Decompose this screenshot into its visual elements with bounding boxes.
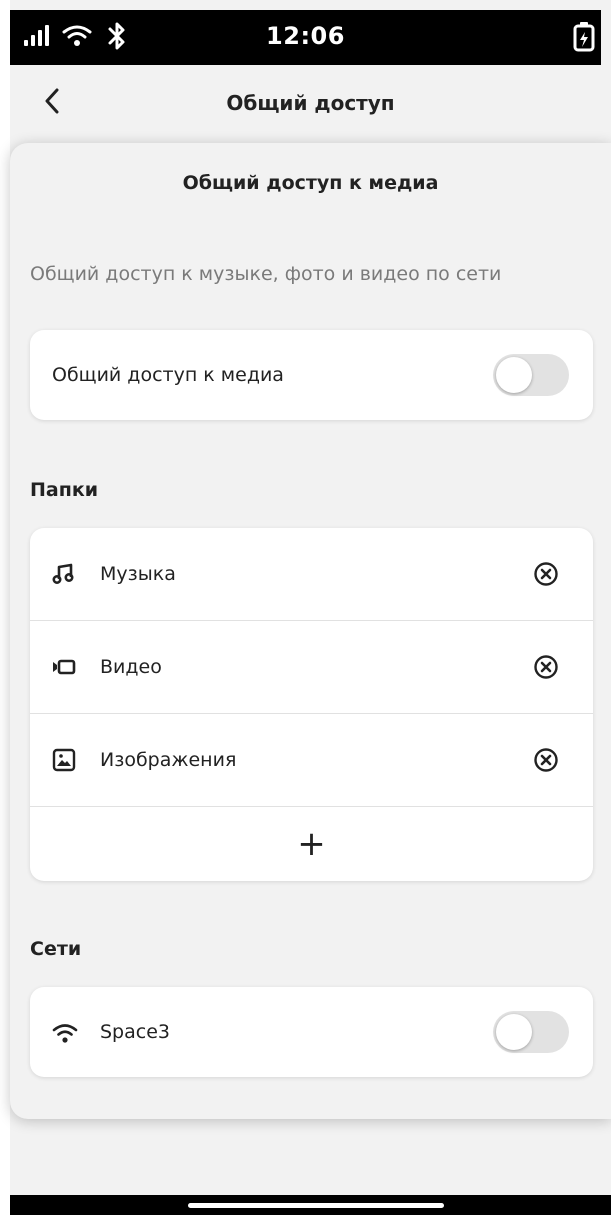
folder-item-music[interactable]: Музыка (30, 528, 593, 621)
network-toggle[interactable] (493, 1011, 569, 1053)
folders-section-label: Папки (30, 479, 99, 501)
add-folder-button[interactable]: + (30, 807, 593, 881)
music-note-icon (52, 563, 74, 585)
video-camera-icon (53, 659, 76, 675)
networks-section-label: Сети (30, 938, 82, 960)
app-header: Общий доступ (10, 65, 611, 145)
networks-card: Space3 (30, 987, 593, 1077)
folder-label: Изображения (100, 749, 237, 771)
sheet-subtitle: Общий доступ к музыке, фото и видео по с… (30, 263, 502, 285)
toggle-knob (496, 357, 532, 393)
clock: 12:06 (266, 22, 345, 50)
sheet-title: Общий доступ к медиа (182, 172, 439, 194)
toggle-knob (496, 1014, 532, 1050)
wifi-icon (52, 1024, 78, 1043)
status-bar: 12:06 (10, 10, 601, 65)
screen-edge (0, 0, 10, 1215)
media-sharing-card: Общий доступ к медиа (30, 330, 593, 420)
battery-charging-icon (573, 22, 595, 52)
home-indicator[interactable] (188, 1203, 444, 1208)
media-sharing-label: Общий доступ к медиа (52, 364, 284, 386)
folder-item-images[interactable]: Изображения (30, 714, 593, 807)
folder-item-video[interactable]: Видео (30, 621, 593, 714)
page-title: Общий доступ (226, 91, 395, 115)
remove-circle-icon[interactable] (533, 561, 559, 587)
folder-label: Видео (100, 656, 162, 678)
folder-label: Музыка (100, 563, 176, 585)
home-bar (10, 1195, 611, 1215)
media-sharing-sheet: Общий доступ к медиа Общий доступ к музы… (10, 143, 611, 1119)
network-label: Space3 (100, 1021, 170, 1043)
remove-circle-icon[interactable] (533, 654, 559, 680)
folders-card: Музыка Видео Изображения + (30, 528, 593, 881)
media-sharing-toggle[interactable] (493, 354, 569, 396)
image-icon (52, 748, 76, 772)
remove-circle-icon[interactable] (533, 747, 559, 773)
plus-icon: + (297, 824, 326, 864)
